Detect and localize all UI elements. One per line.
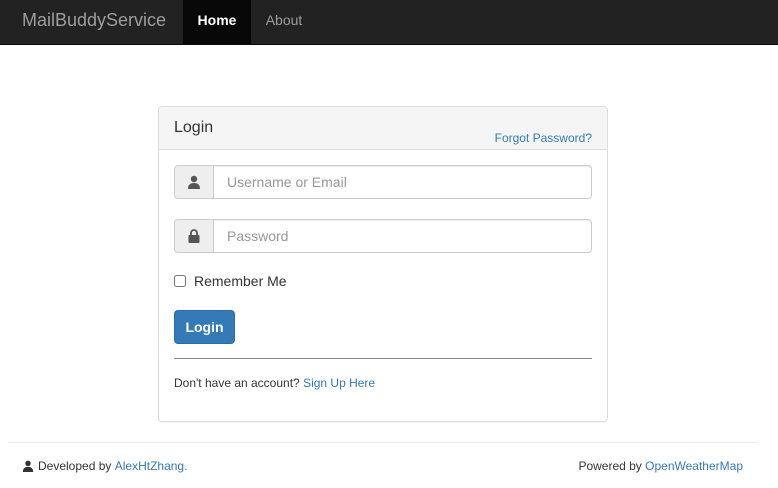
user-icon xyxy=(22,460,34,472)
remember-me-checkbox[interactable] xyxy=(174,275,186,287)
username-input[interactable] xyxy=(215,166,591,198)
nav-about[interactable]: About xyxy=(251,0,317,45)
remember-me-label: Remember Me xyxy=(194,273,287,289)
footer-divider xyxy=(8,442,758,443)
footer-developed-by: Developed by AlexHtZhang. xyxy=(22,459,187,473)
user-icon xyxy=(175,166,214,198)
username-input-group xyxy=(174,165,592,199)
navbar: MailBuddyService Home About xyxy=(0,0,778,45)
divider xyxy=(174,358,592,359)
forgot-password-link[interactable]: Forgot Password? xyxy=(495,131,592,145)
password-input[interactable] xyxy=(215,220,591,252)
login-panel: Login Forgot Password? Remember Me Login… xyxy=(158,106,608,422)
signup-prompt: Don't have an account? Sign Up Here xyxy=(174,376,375,390)
lock-icon xyxy=(175,220,214,252)
openweathermap-link[interactable]: OpenWeatherMap xyxy=(645,459,743,473)
nav-home[interactable]: Home xyxy=(183,0,251,45)
developed-by-text: Developed by xyxy=(38,459,112,473)
signup-link[interactable]: Sign Up Here xyxy=(303,376,375,390)
footer-powered-by: Powered by OpenWeatherMap xyxy=(578,459,743,473)
developer-link[interactable]: AlexHtZhang. xyxy=(115,459,188,473)
login-panel-heading: Login Forgot Password? xyxy=(159,107,607,150)
remember-me: Remember Me xyxy=(174,272,287,290)
powered-by-text: Powered by xyxy=(578,459,642,473)
login-panel-title: Login xyxy=(174,119,214,136)
login-button[interactable]: Login xyxy=(174,310,235,344)
password-input-group xyxy=(174,219,592,253)
brand-link[interactable]: MailBuddyService xyxy=(22,0,166,45)
signup-prompt-text: Don't have an account? xyxy=(174,376,300,390)
